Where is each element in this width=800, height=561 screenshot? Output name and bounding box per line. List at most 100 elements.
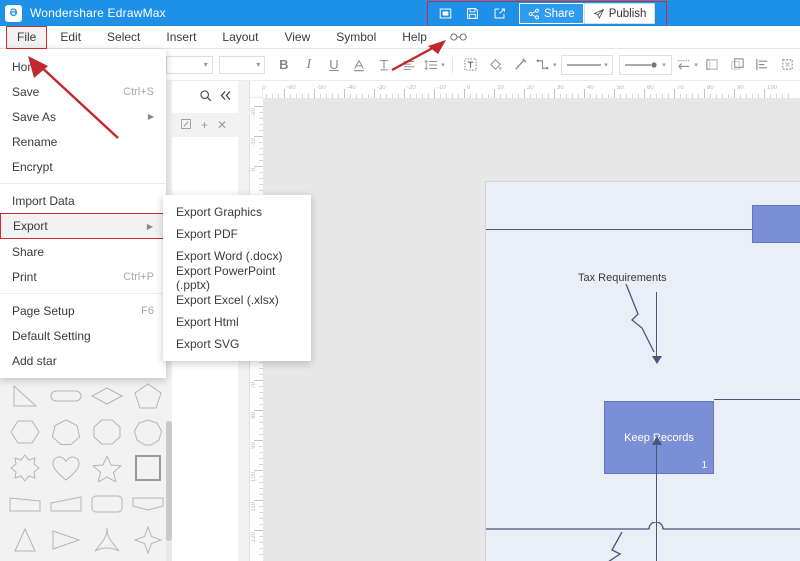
- shape-heptagon[interactable]: [45, 414, 86, 450]
- shape-rounded-pill[interactable]: [45, 378, 86, 414]
- search-icon[interactable]: [199, 89, 212, 105]
- menu-item-help[interactable]: Help: [389, 26, 440, 49]
- connector-button[interactable]: ▾: [533, 53, 558, 77]
- double-chevron-left-icon[interactable]: [219, 89, 232, 105]
- add-library-icon[interactable]: +: [201, 118, 208, 132]
- font-color-button[interactable]: [347, 53, 372, 77]
- keep-records-number: 1: [701, 460, 707, 471]
- export-share-icon[interactable]: [486, 3, 513, 24]
- ruler-tick-major: [404, 89, 405, 98]
- shape-narrow-triangle[interactable]: [4, 522, 45, 558]
- file-menu-item-save-as[interactable]: Save As ▶: [0, 104, 166, 129]
- menu-item-insert[interactable]: Insert: [153, 26, 209, 49]
- ruler-tick-major: [524, 89, 525, 98]
- file-menu-item-encrypt[interactable]: Encrypt: [0, 154, 166, 179]
- menu-item-select[interactable]: Select: [94, 26, 153, 49]
- file-menu-item-save[interactable]: Save Ctrl+S: [0, 79, 166, 104]
- shape-heart[interactable]: [45, 450, 86, 486]
- drawing-canvas[interactable]: Tax Requirements Keep Records 1 F: [263, 98, 800, 561]
- file-menu-dropdown[interactable]: Home Save Ctrl+S Save As ▶ Rename Encryp…: [0, 49, 166, 378]
- bold-button[interactable]: B: [271, 53, 296, 77]
- arrow-style-select[interactable]: ▾: [619, 54, 672, 75]
- strikethrough-button[interactable]: [372, 53, 397, 77]
- duplicate-button[interactable]: [725, 53, 750, 77]
- file-menu-label: Save As: [12, 109, 57, 124]
- file-menu-item-page-setup[interactable]: Page Setup F6: [0, 298, 166, 323]
- file-menu-separator: [0, 293, 166, 294]
- file-menu-item-default-setting[interactable]: Default Setting: [0, 323, 166, 348]
- ruler-tick-major: [614, 89, 615, 98]
- shape-four-point-star[interactable]: [127, 522, 168, 558]
- shape-star-5-round[interactable]: [86, 450, 127, 486]
- ruler-label: -60: [287, 85, 296, 91]
- library-scrollbar-thumb[interactable]: [166, 421, 172, 541]
- shape-octagon[interactable]: [86, 414, 127, 450]
- menu-item-file[interactable]: File: [6, 25, 48, 49]
- chevron-right-icon: ▶: [146, 221, 153, 231]
- export-menu-item-html[interactable]: Export Html: [163, 311, 311, 333]
- file-menu-item-rename[interactable]: Rename: [0, 129, 166, 154]
- fill-color-button[interactable]: [483, 53, 508, 77]
- top-right-node[interactable]: [752, 205, 800, 243]
- shape-pentagon[interactable]: [127, 378, 168, 414]
- shape-right-pointer-triangle[interactable]: [45, 522, 86, 558]
- shape-tri-spike[interactable]: [86, 522, 127, 558]
- document-page[interactable]: Tax Requirements Keep Records 1 F: [485, 181, 800, 561]
- file-menu-label: Add star: [12, 353, 57, 368]
- shape-wedge-rect[interactable]: [4, 486, 45, 522]
- shape-hexagon[interactable]: [4, 414, 45, 450]
- close-library-icon[interactable]: ✕: [217, 118, 227, 132]
- shape-folded-banner[interactable]: [127, 486, 168, 522]
- file-menu-item-print[interactable]: Print Ctrl+P: [0, 264, 166, 289]
- presentation-icon[interactable]: [432, 3, 459, 24]
- export-menu-item-graphics[interactable]: Export Graphics: [163, 201, 311, 223]
- shape-diamond[interactable]: [86, 378, 127, 414]
- connector-keeprecords-right: [714, 399, 800, 401]
- line-spacing-button[interactable]: ▾: [422, 53, 447, 77]
- menu-item-layout[interactable]: Layout: [209, 26, 271, 49]
- menu-item-view[interactable]: View: [271, 26, 323, 49]
- shape-rounded-rect[interactable]: [86, 486, 127, 522]
- export-menu-item-powerpoint[interactable]: Export PowerPoint (.pptx): [163, 264, 311, 292]
- arrowhead-down-keeprecords: [652, 356, 662, 364]
- menu-item-symbol[interactable]: Symbol: [323, 26, 389, 49]
- glasses-icon[interactable]: [440, 30, 477, 45]
- shape-starburst-8[interactable]: [4, 450, 45, 486]
- shape-right-triangle[interactable]: [4, 378, 45, 414]
- ruler-label: 70: [677, 85, 684, 91]
- file-menu-item-share[interactable]: Share: [0, 239, 166, 264]
- font-size-select[interactable]: ▾: [218, 55, 266, 74]
- underline-button[interactable]: U: [321, 53, 346, 77]
- save-icon[interactable]: [459, 3, 486, 24]
- file-menu-item-import-data[interactable]: Import Data: [0, 188, 166, 213]
- align-distribute-button[interactable]: [750, 53, 775, 77]
- export-menu-item-excel[interactable]: Export Excel (.xlsx): [163, 289, 311, 311]
- export-submenu[interactable]: Export Graphics Export PDF Export Word (…: [163, 195, 311, 361]
- menu-item-edit[interactable]: Edit: [47, 26, 94, 49]
- arrow-direction-button[interactable]: ▾: [675, 53, 700, 77]
- file-menu-item-export[interactable]: Export ▶: [0, 213, 166, 239]
- toolbar-separator: [451, 56, 453, 73]
- file-menu-item-add-star[interactable]: Add star: [0, 348, 166, 373]
- edit-library-icon[interactable]: [180, 118, 192, 133]
- text-box-button[interactable]: [458, 53, 483, 77]
- export-menu-item-pdf[interactable]: Export PDF: [163, 223, 311, 245]
- publish-button[interactable]: Publish: [583, 3, 656, 24]
- publish-label: Publish: [608, 7, 647, 20]
- ruler-label: 80: [707, 85, 714, 91]
- font-family-select[interactable]: ▾: [166, 55, 213, 74]
- file-menu-item-home[interactable]: Home: [0, 54, 166, 79]
- title-bar: Ə Wondershare EdrawMax Share Publish: [0, 0, 800, 26]
- shape-nonagon[interactable]: [127, 414, 168, 450]
- export-menu-item-svg[interactable]: Export SVG: [163, 333, 311, 355]
- line-style-select[interactable]: ▾: [561, 54, 614, 75]
- text-align-button[interactable]: [397, 53, 422, 77]
- frame-button[interactable]: [700, 53, 725, 77]
- line-color-button[interactable]: [508, 53, 533, 77]
- shape-slanted-rect[interactable]: [45, 486, 86, 522]
- shape-square-selected[interactable]: [127, 450, 168, 486]
- share-button[interactable]: Share: [519, 3, 584, 24]
- italic-button[interactable]: I: [296, 53, 321, 77]
- ruler-label: 100: [767, 85, 778, 91]
- group-button[interactable]: [775, 53, 800, 77]
